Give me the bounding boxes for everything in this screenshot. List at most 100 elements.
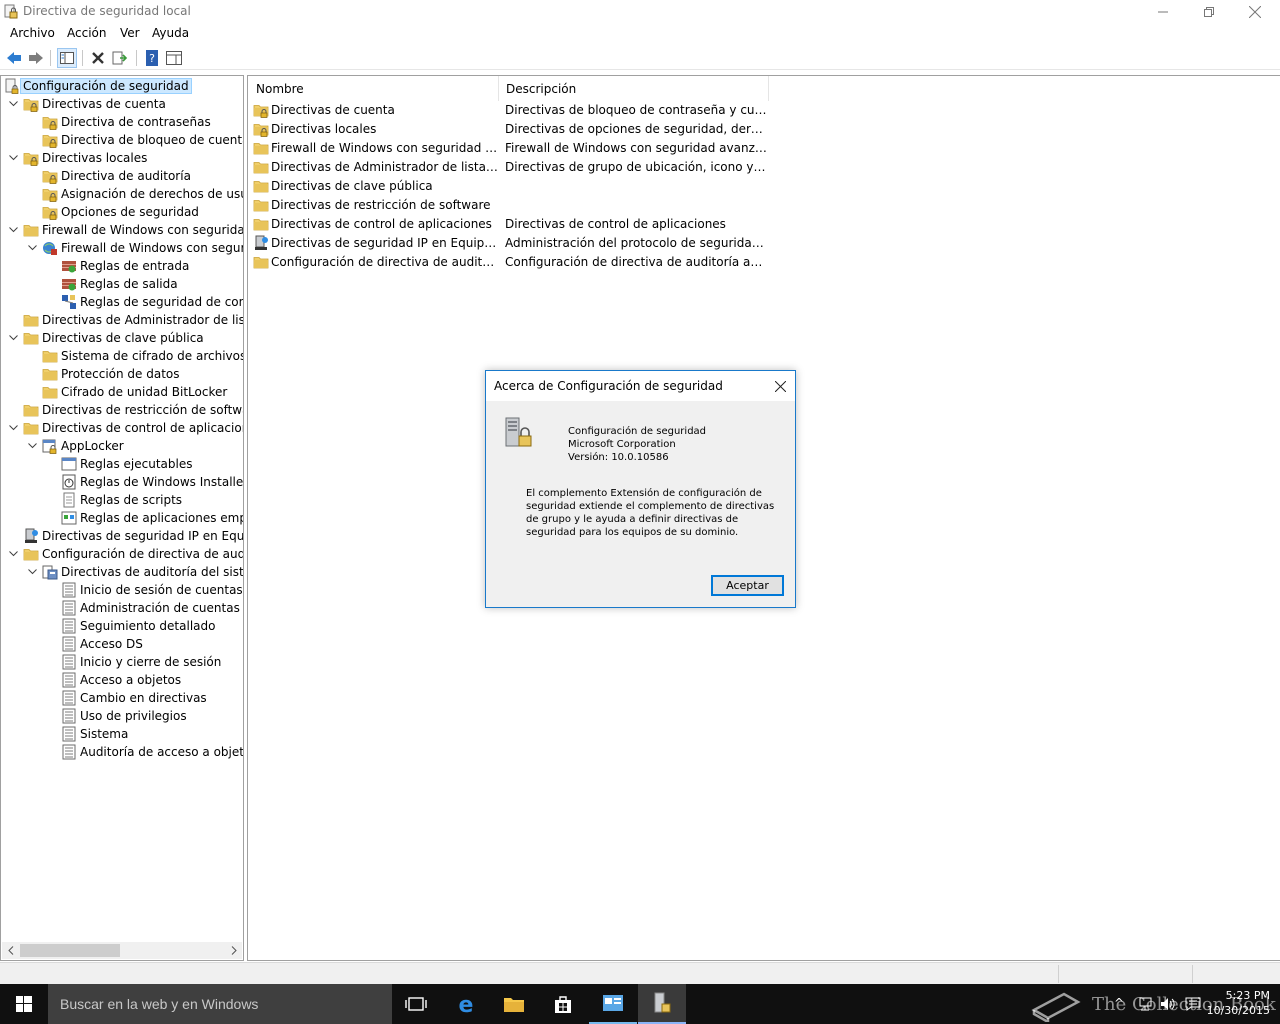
file-explorer-taskbar-button[interactable] xyxy=(490,984,538,1024)
tree-item[interactable]: Reglas de Windows Installer xyxy=(44,473,243,491)
properties-button[interactable] xyxy=(164,48,184,68)
scroll-left-button[interactable] xyxy=(2,942,19,959)
dialog-title-bar[interactable]: Acerca de Configuración de seguridad xyxy=(486,371,795,401)
tree-item[interactable]: Reglas ejecutables xyxy=(44,455,193,473)
tree-item[interactable]: Configuración de seguridad xyxy=(4,77,192,95)
taskbar-search-box[interactable]: Buscar en la web y en Windows xyxy=(48,984,392,1024)
mmc-taskbar-button[interactable] xyxy=(589,984,637,1024)
tree-item[interactable]: Acceso DS xyxy=(44,635,143,653)
tree-item[interactable]: Directivas de restricción de software xyxy=(6,401,243,419)
list-item[interactable]: Configuración de directiva de auditoría … xyxy=(253,253,773,272)
expand-toggle[interactable] xyxy=(6,545,20,563)
tree-item[interactable]: Opciones de seguridad xyxy=(25,203,199,221)
folder-icon xyxy=(23,549,39,561)
show-hidden-icons-button[interactable]: ^ xyxy=(1114,996,1124,1010)
tree-item[interactable]: Directivas locales xyxy=(6,149,147,167)
expand-toggle[interactable] xyxy=(6,149,20,167)
tree-item[interactable]: AppLocker xyxy=(25,437,124,455)
clock-time: 5:23 PM xyxy=(1225,989,1270,1002)
start-button[interactable] xyxy=(0,984,48,1024)
tree-item[interactable]: Seguimiento detallado xyxy=(44,617,215,635)
list-item[interactable]: Directivas de control de aplicaciones Dir… xyxy=(253,215,773,234)
taskbar-clock[interactable]: 5:23 PM 10/30/2015 xyxy=(1207,988,1270,1018)
tree-item[interactable]: Inicio y cierre de sesión xyxy=(44,653,221,671)
menu-accion[interactable]: Acción xyxy=(67,26,106,40)
tree-item[interactable]: Directivas de control de aplicaciones xyxy=(6,419,243,437)
tree-item[interactable]: Acceso a objetos xyxy=(44,671,181,689)
tree-item[interactable]: Sistema xyxy=(44,725,128,743)
list-item[interactable]: Directivas de clave pública xyxy=(253,177,773,196)
tree-item[interactable]: Configuración de directiva de auditor xyxy=(6,545,243,563)
tree-item[interactable]: Firewall de Windows con seguridad av xyxy=(6,221,243,239)
title-bar[interactable]: Directiva de seguridad local xyxy=(0,0,1280,24)
restore-button[interactable] xyxy=(1186,0,1232,24)
expand-toggle[interactable] xyxy=(25,437,39,455)
tree-item[interactable]: Reglas de aplicaciones empaq xyxy=(44,509,243,527)
expand-toggle[interactable] xyxy=(6,221,20,239)
export-list-button[interactable] xyxy=(110,48,130,68)
help-button[interactable]: ? xyxy=(142,48,162,68)
forward-button[interactable] xyxy=(26,48,46,68)
tree-item[interactable]: Directivas de auditoría del sistema xyxy=(25,563,243,581)
expand-toggle[interactable] xyxy=(25,239,39,257)
tree-item[interactable]: Sistema de cifrado de archivos (EF xyxy=(25,347,243,365)
tree-item[interactable]: Asignación de derechos de usuari xyxy=(25,185,243,203)
tree-item[interactable]: Directivas de seguridad IP en Equipo l xyxy=(6,527,243,545)
menu-archivo[interactable]: Archivo xyxy=(10,26,55,40)
chevron-right-icon xyxy=(231,946,237,955)
close-window-button[interactable] xyxy=(1232,0,1278,24)
tree-item[interactable]: Cifrado de unidad BitLocker xyxy=(25,383,227,401)
tree-item[interactable]: Reglas de salida xyxy=(44,275,178,293)
expand-toggle[interactable] xyxy=(6,419,20,437)
task-view-button[interactable] xyxy=(392,984,440,1024)
tree-item[interactable]: Cambio en directivas xyxy=(44,689,207,707)
scroll-right-button[interactable] xyxy=(225,942,242,959)
dialog-close-button[interactable] xyxy=(769,375,791,397)
tree-item[interactable]: Directiva de contraseñas xyxy=(25,113,211,131)
tree-item[interactable]: Auditoría de acceso a objetos xyxy=(44,743,243,761)
network-icon[interactable] xyxy=(1137,996,1153,1012)
column-separator[interactable] xyxy=(498,76,499,101)
tree-item[interactable]: Reglas de entrada xyxy=(44,257,189,275)
tree-item[interactable]: Firewall de Windows con segurida xyxy=(25,239,243,257)
list-item[interactable]: Directivas de seguridad IP en Equipo loc… xyxy=(253,234,773,253)
tree-item[interactable]: Directivas de Administrador de listas d xyxy=(6,311,243,329)
column-header-nombre[interactable]: Nombre xyxy=(256,82,304,96)
menu-ayuda[interactable]: Ayuda xyxy=(152,26,189,40)
action-center-icon[interactable] xyxy=(1185,996,1201,1012)
volume-icon[interactable] xyxy=(1160,996,1176,1012)
tree-item[interactable]: Directivas de clave pública xyxy=(6,329,204,347)
list-item[interactable]: Directivas de restricción de software xyxy=(253,196,773,215)
menu-ver[interactable]: Ver xyxy=(120,26,140,40)
tree-horizontal-scrollbar[interactable] xyxy=(2,942,242,959)
expand-toggle[interactable] xyxy=(6,329,20,347)
list-item[interactable]: Directivas locales Directivas de opciones… xyxy=(253,120,773,139)
tree-item[interactable]: Reglas de seguridad de conexi xyxy=(44,293,243,311)
ok-button[interactable]: Aceptar xyxy=(711,575,784,596)
list-item[interactable]: Directivas de cuenta Directivas de bloque… xyxy=(253,101,773,120)
delete-button[interactable] xyxy=(88,48,108,68)
navigation-tree[interactable]: Configuración de seguridad Directivas de … xyxy=(0,75,244,961)
edge-taskbar-button[interactable]: e xyxy=(442,984,490,1024)
show-tree-button[interactable] xyxy=(57,48,77,68)
tree-item[interactable]: Directiva de bloqueo de cuenta xyxy=(25,131,243,149)
chevron-down-icon xyxy=(8,155,18,161)
tree-item[interactable]: Administración de cuentas xyxy=(44,599,240,617)
scrollbar-thumb[interactable] xyxy=(20,944,120,957)
store-taskbar-button[interactable] xyxy=(539,984,587,1024)
tree-item[interactable]: Inicio de sesión de cuentas xyxy=(44,581,243,599)
security-policy-taskbar-button[interactable] xyxy=(638,984,686,1024)
tree-item[interactable]: Protección de datos xyxy=(25,365,180,383)
tree-item[interactable]: Directiva de auditoría xyxy=(25,167,191,185)
tree-item[interactable]: Directivas de cuenta xyxy=(6,95,166,113)
list-item[interactable]: Directivas de Administrador de listas de… xyxy=(253,158,773,177)
back-button[interactable] xyxy=(4,48,24,68)
expand-toggle[interactable] xyxy=(25,563,39,581)
expand-toggle[interactable] xyxy=(6,95,20,113)
column-header-descripcion[interactable]: Descripción xyxy=(506,82,576,96)
tree-item[interactable]: Uso de privilegios xyxy=(44,707,187,725)
minimize-button[interactable] xyxy=(1140,0,1186,24)
column-separator[interactable] xyxy=(768,76,769,101)
list-item[interactable]: Firewall de Windows con seguridad avan..… xyxy=(253,139,773,158)
tree-item[interactable]: Reglas de scripts xyxy=(44,491,182,509)
